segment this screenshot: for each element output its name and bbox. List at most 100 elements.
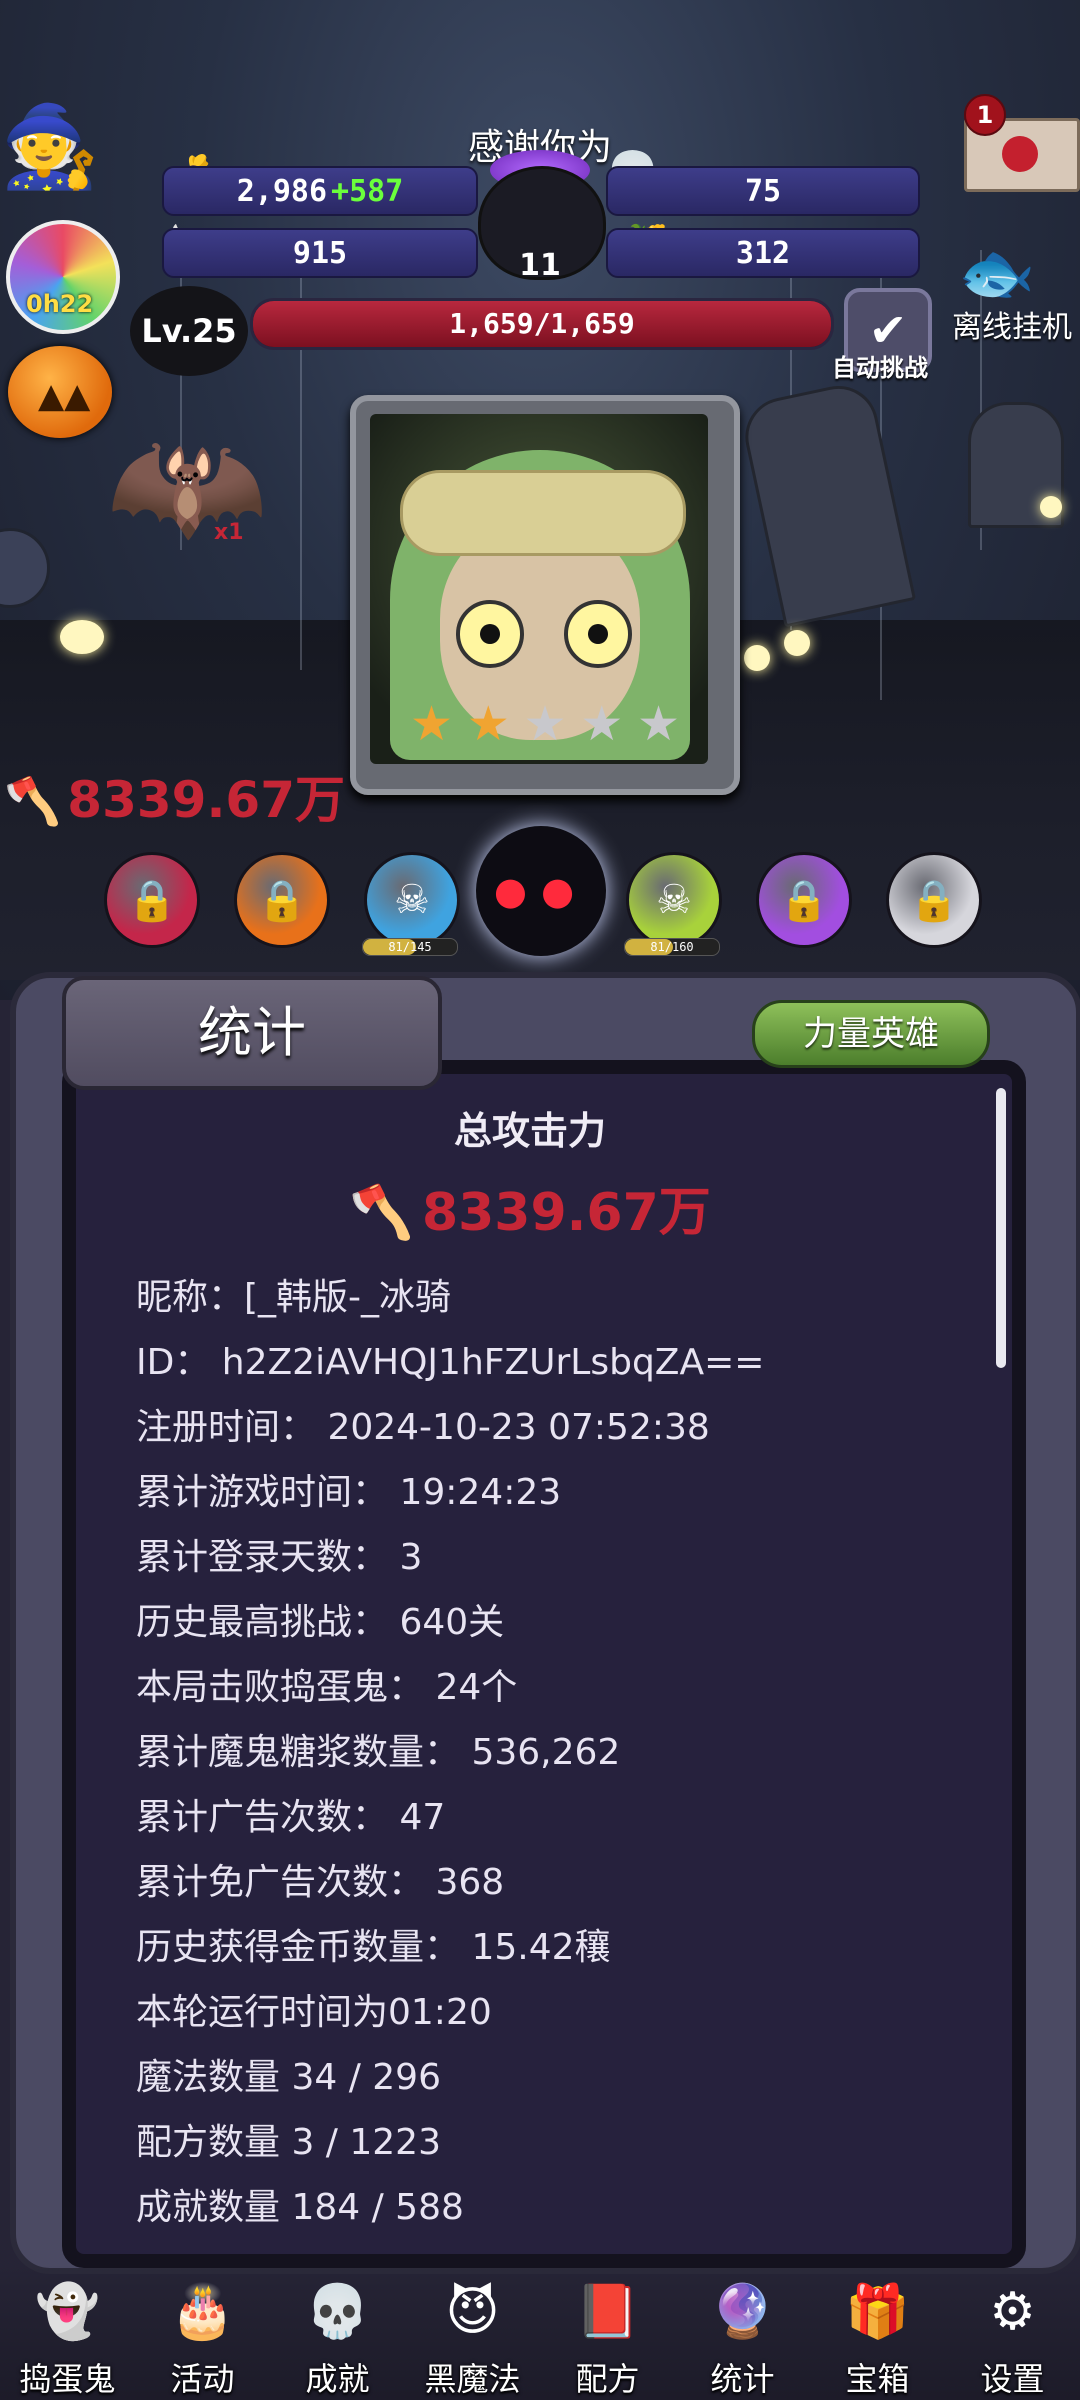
stat-line: 累计游戏时间： 19:24:23 xyxy=(136,1472,562,1513)
gold-counter: 2,986 +587 xyxy=(162,166,478,216)
pumpkin-icon[interactable]: ▲▲ xyxy=(8,346,112,438)
stat-line: 历史最高挑战： 640关 xyxy=(136,1602,505,1643)
lock-icon: 🔒 xyxy=(909,877,959,924)
stat-line: 历史获得金币数量： 15.42穰 xyxy=(136,1927,611,1968)
fishbone-icon[interactable]: 🐟 xyxy=(958,236,1035,310)
hero-locked[interactable]: 🔒 xyxy=(886,852,982,948)
nav-label: 配方 xyxy=(575,2360,640,2398)
stat-line: 昵称：[_韩版-_冰骑 xyxy=(136,1277,452,1318)
star-filled-icon: ★ xyxy=(466,696,510,752)
red-candy-counter: 915 xyxy=(162,228,478,278)
skull-trophy-icon: 💀 xyxy=(305,2282,370,2342)
nav-item-gear[interactable]: ⚙ 设置 xyxy=(948,2262,1078,2400)
stat-line: 累计免广告次数： 368 xyxy=(136,1862,505,1903)
stat-line: 累计广告次数： 47 xyxy=(136,1797,446,1838)
boss-bandage xyxy=(400,470,686,556)
gold-value: 2,986 xyxy=(236,173,328,209)
stat-line: 本局击败捣蛋鬼： 24个 xyxy=(136,1667,518,1708)
hero-progress-bar: 81/145 xyxy=(362,938,458,956)
nav-label: 黑魔法 xyxy=(424,2360,521,2398)
stat-line: 注册时间： 2024-10-23 07:52:38 xyxy=(136,1407,710,1448)
attack-display: 🪓 8339.67万 xyxy=(4,760,345,832)
boss-eye xyxy=(564,600,632,668)
hero-locked[interactable]: 🔒 xyxy=(234,852,330,948)
stat-line: 配方数量 3 / 1223 xyxy=(136,2122,441,2163)
glowing-eyes xyxy=(1040,496,1062,518)
stat-line: 成就数量 184 / 588 xyxy=(136,2187,464,2228)
cauldron-count: 11 xyxy=(519,248,561,283)
star-empty-icon: ★ xyxy=(580,696,624,752)
skull-icon: ☠ xyxy=(394,877,430,923)
nav-item-gift-box[interactable]: 🎁 宝箱 xyxy=(813,2262,943,2400)
lock-icon: 🔒 xyxy=(127,877,177,924)
star-filled-icon: ★ xyxy=(410,696,454,752)
total-attack-label: 总攻击力 xyxy=(453,1109,606,1153)
attack-value: 8339.67万 xyxy=(67,771,346,829)
hero-progress-text: 81/145 xyxy=(388,940,432,954)
stat-line: 累计魔鬼糖浆数量： 536,262 xyxy=(136,1732,621,1773)
mail-seal xyxy=(1002,136,1038,172)
bottom-nav: 👻 捣蛋鬼 🎂 活动 💀 成就 😈 黑魔法 📕 配方 🔮 统计 🎁 宝箱 ⚙ 设置 xyxy=(0,2262,1080,2400)
offline-idle-button[interactable]: 离线挂机 xyxy=(952,302,1072,346)
hero-owned[interactable]: ☠ xyxy=(364,852,460,948)
nav-item-eyeball-cake[interactable]: 🎂 活动 xyxy=(138,2262,268,2400)
candy-corn-value: 312 xyxy=(735,235,791,271)
bat-multiplier: x1 xyxy=(214,520,244,545)
star-rating: ★ ★ ★ ★ ★ xyxy=(410,700,680,748)
hero-locked[interactable]: 🔒 xyxy=(104,852,200,948)
red-candy-value: 915 xyxy=(292,235,348,271)
nav-item-crystal-ball[interactable]: 🔮 统计 xyxy=(678,2262,808,2400)
nav-label: 统计 xyxy=(710,2360,775,2398)
gold-gain: +587 xyxy=(331,173,404,209)
glowing-eyes xyxy=(784,630,810,656)
demon-icon: ●● xyxy=(493,869,589,913)
nav-label: 宝箱 xyxy=(845,2360,910,2398)
stat-line: ID： h2Z2iAVHQJ1hFZUrLsbqZA== xyxy=(136,1342,765,1383)
nav-label: 成就 xyxy=(305,2360,370,2398)
total-attack-value: 8339.67万 xyxy=(421,1183,711,1243)
nav-label: 活动 xyxy=(170,2360,235,2398)
nav-item-skull-trophy[interactable]: 💀 成就 xyxy=(273,2262,403,2400)
total-attack-display: 🪓 8339.67万 xyxy=(62,1170,998,1245)
lock-icon: 🔒 xyxy=(257,877,307,924)
axe-icon: 🪓 xyxy=(349,1183,414,1243)
boss-eye xyxy=(456,600,524,668)
nav-label: 捣蛋鬼 xyxy=(19,2360,116,2398)
crystal-ball-icon: 🔮 xyxy=(710,2282,775,2342)
nav-label: 设置 xyxy=(980,2360,1045,2398)
lock-icon: 🔒 xyxy=(779,877,829,924)
glowing-eyes xyxy=(744,645,770,671)
nav-item-ghost[interactable]: 👻 捣蛋鬼 xyxy=(3,2262,133,2400)
bat-icon[interactable]: 🦇 xyxy=(106,410,268,563)
stat-line: 本轮运行时间为01:20 xyxy=(136,1992,492,2033)
candy-corn-counter: 312 xyxy=(606,228,920,278)
hero-selected[interactable]: ●● xyxy=(476,826,606,956)
skull-icon: ☠ xyxy=(656,877,692,923)
star-empty-icon: ★ xyxy=(636,696,680,752)
nav-item-recipe-book[interactable]: 📕 配方 xyxy=(543,2262,673,2400)
hero-locked[interactable]: 🔒 xyxy=(756,852,852,948)
mail-badge: 1 xyxy=(964,94,1006,136)
nav-item-demon[interactable]: 😈 黑魔法 xyxy=(408,2262,538,2400)
hero-progress-bar: 81/160 xyxy=(624,938,720,956)
candy-timer: 0h22 xyxy=(26,290,94,318)
gift-box-icon: 🎁 xyxy=(845,2282,910,2342)
ghost-icon: 👻 xyxy=(35,2282,100,2342)
tab-stats[interactable]: 统计 xyxy=(62,976,442,1090)
stat-line: 累计登录天数： 3 xyxy=(136,1537,423,1578)
gear-icon: ⚙ xyxy=(989,2282,1036,2342)
hero-owned[interactable]: ☠ xyxy=(626,852,722,948)
glowing-eyes xyxy=(60,620,104,654)
axe-icon: 🪓 xyxy=(4,774,62,828)
hero-progress-text: 81/160 xyxy=(650,940,694,954)
skull-counter: 75 xyxy=(606,166,920,216)
hp-bar: 1,659/1,659 xyxy=(250,298,834,350)
eyeball-cake-icon: 🎂 xyxy=(170,2282,235,2342)
auto-challenge-label: 自动挑战 xyxy=(832,354,928,382)
power-hero-button[interactable]: 力量英雄 xyxy=(752,1000,990,1068)
stat-line: 魔法数量 34 / 296 xyxy=(136,2057,441,2098)
level-badge: Lv.25 xyxy=(130,286,248,376)
star-empty-icon: ★ xyxy=(523,696,567,752)
witch-hat-icon[interactable]: 🧙 xyxy=(0,100,100,194)
skull-value: 75 xyxy=(744,173,782,209)
